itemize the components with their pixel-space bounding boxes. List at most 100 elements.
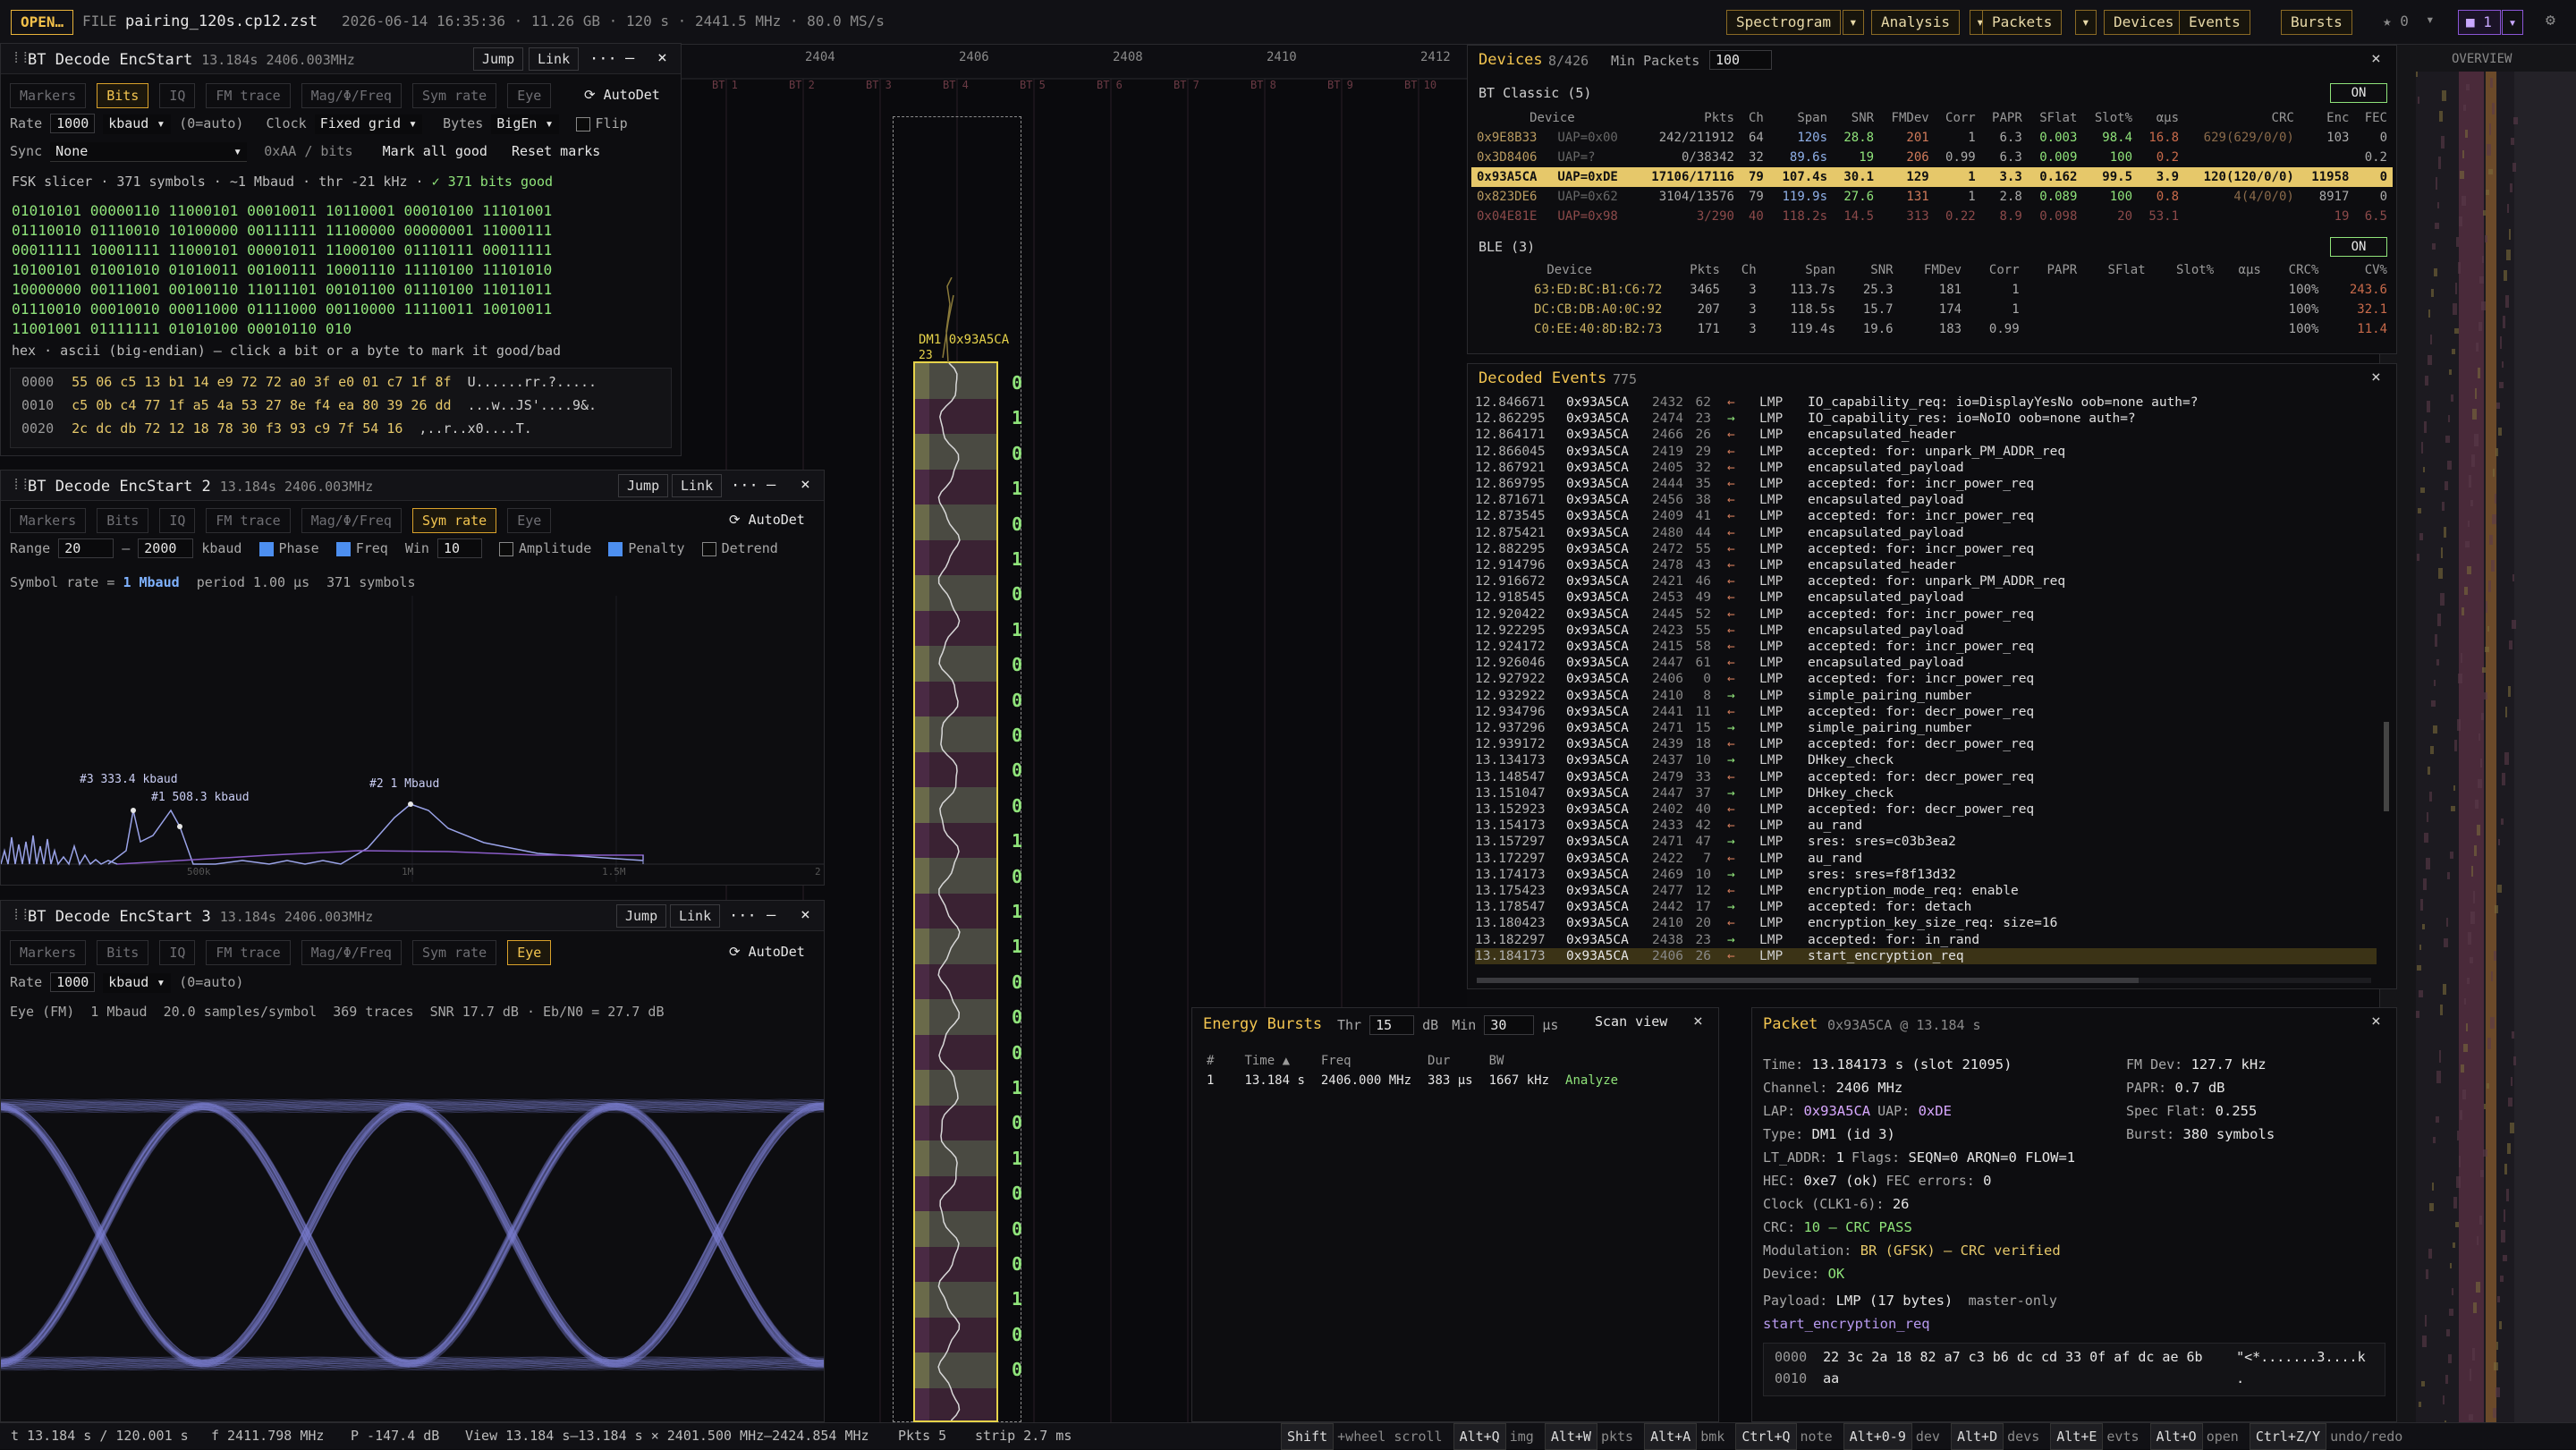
column-header[interactable]: SFlat bbox=[2082, 260, 2150, 280]
table-row[interactable]: C0:EE:40:8D:B2:73 171 3 119.4s 19.6 183 0.99 10… bbox=[1471, 319, 2393, 339]
layers-button[interactable]: ■ 1 bbox=[2458, 10, 2501, 35]
event-row[interactable]: 13.152923 0x93A5CA 2402 40 ← LMP accepted: for… bbox=[1475, 801, 2377, 818]
column-header[interactable]: Device bbox=[1471, 260, 1667, 280]
table-row[interactable]: DC:CB:DB:A0:0C:92 207 3 118.5s 15.7 174 1 100% 3… bbox=[1471, 300, 2393, 319]
panel-header[interactable]: ⁞⁞ BT Decode EncStart 3 13.184s 2406.003M… bbox=[1, 901, 824, 931]
column-header[interactable]: Enc bbox=[2300, 108, 2355, 128]
hex-bytes[interactable]: aa bbox=[1823, 1370, 2236, 1386]
event-row[interactable]: 12.869795 0x93A5CA 2444 35 ← LMP accepted: for… bbox=[1475, 476, 2377, 492]
column-header[interactable]: SNR bbox=[1841, 260, 1899, 280]
tab-mag-freq[interactable]: Mag/Φ/Freq bbox=[301, 83, 402, 108]
column-header[interactable]: Slot% bbox=[2151, 260, 2219, 280]
event-row[interactable]: 13.175423 0x93A5CA 2477 12 ← LMP encryption_mo… bbox=[1475, 883, 2377, 899]
column-header[interactable]: FEC bbox=[2354, 108, 2393, 128]
min-packets-input[interactable]: 100 bbox=[1709, 50, 1772, 70]
classic-toggle[interactable]: ON bbox=[2330, 83, 2387, 103]
column-header[interactable]: Ch bbox=[1725, 260, 1762, 280]
tab-bits[interactable]: Bits bbox=[97, 940, 149, 965]
tab-eye[interactable]: Eye bbox=[507, 940, 552, 965]
column-header[interactable]: Dur bbox=[1422, 1051, 1484, 1071]
event-row[interactable]: 12.932922 0x93A5CA 2410 8 → LMP simple_pairing… bbox=[1475, 688, 2377, 704]
event-row[interactable]: 13.180423 0x93A5CA 2410 20 ← LMP encryption_ke… bbox=[1475, 915, 2377, 931]
event-row[interactable]: 13.151047 0x93A5CA 2447 37 → LMP DHkey_check bbox=[1475, 785, 2377, 801]
tab-sym-rate[interactable]: Sym rate bbox=[411, 83, 497, 108]
column-header[interactable]: αµs bbox=[2219, 260, 2267, 280]
event-row[interactable]: 12.864171 0x93A5CA 2466 26 ← LMP encapsulated_… bbox=[1475, 427, 2377, 443]
hex-bytes[interactable]: 2c dc db 72 12 18 78 30 f3 93 c9 7f 54 1… bbox=[72, 420, 402, 437]
column-header[interactable]: CRC bbox=[2184, 108, 2300, 128]
bit-stream[interactable]: 01010101 00000110 11000101 00010011 1011… bbox=[12, 201, 552, 339]
column-header[interactable]: Device bbox=[1471, 108, 1633, 128]
more-icon[interactable]: ··· bbox=[589, 50, 617, 68]
clock-select[interactable]: Fixed grid ▾ bbox=[314, 114, 423, 134]
range-max-input[interactable]: 2000 bbox=[138, 538, 194, 558]
link-button[interactable]: Link bbox=[670, 904, 721, 928]
hex-dump[interactable]: 0000 55 06 c5 13 b1 14 e9 72 72 a0 3f e0 … bbox=[10, 368, 672, 448]
scan-view-button[interactable]: Scan view bbox=[1595, 1013, 1667, 1030]
payload-hex-dump[interactable]: 0000 22 3c 2a 18 82 a7 c3 b6 dc cd 33 0f … bbox=[1763, 1343, 2385, 1396]
tab-markers[interactable]: Markers bbox=[10, 940, 87, 965]
column-header[interactable]: FMDev bbox=[1879, 108, 1935, 128]
event-row[interactable]: 13.182297 0x93A5CA 2438 23 → LMP accepted: for… bbox=[1475, 932, 2377, 948]
bit-row[interactable]: 00011111 10001111 11000101 00001011 1100… bbox=[12, 241, 552, 260]
column-header[interactable]: Ch bbox=[1740, 108, 1769, 128]
overview-panel[interactable]: OVERVIEW bbox=[2379, 45, 2576, 1422]
events-scrollbar[interactable] bbox=[2384, 722, 2389, 811]
column-header[interactable]: # bbox=[1201, 1051, 1239, 1071]
event-row[interactable]: 12.927922 0x93A5CA 2406 0 ← LMP accepted: for:… bbox=[1475, 671, 2377, 687]
events-list[interactable]: 12.846671 0x93A5CA 2432 62 ← LMP IO_capability… bbox=[1468, 394, 2380, 976]
close-icon[interactable]: × bbox=[2371, 1012, 2381, 1030]
menu-spectrogram[interactable]: Spectrogram bbox=[1726, 10, 1841, 35]
events-hscrollbar[interactable] bbox=[1477, 978, 2371, 983]
column-header[interactable]: FMDev bbox=[1899, 260, 1967, 280]
autodetect-button[interactable]: ⟳ AutoDet bbox=[729, 512, 805, 528]
penalty-checkbox[interactable] bbox=[608, 541, 623, 556]
event-row[interactable]: 12.871671 0x93A5CA 2456 38 ← LMP encapsulated_… bbox=[1475, 492, 2377, 508]
tab-markers[interactable]: Markers bbox=[10, 508, 87, 533]
link-button[interactable]: Link bbox=[672, 474, 723, 497]
event-row[interactable]: 12.914796 0x93A5CA 2478 43 ← LMP encapsulated_… bbox=[1475, 557, 2377, 573]
hex-bytes[interactable]: 55 06 c5 13 b1 14 e9 72 72 a0 3f e0 01 c… bbox=[72, 374, 451, 390]
hex-row[interactable]: 0000 55 06 c5 13 b1 14 e9 72 72 a0 3f e0 … bbox=[21, 374, 597, 390]
packet-strip[interactable] bbox=[913, 361, 998, 1422]
bit-row[interactable]: 11001001 01111111 01010100 00010110 010 bbox=[12, 319, 552, 339]
jump-button[interactable]: Jump bbox=[473, 47, 524, 71]
event-row[interactable]: 13.154173 0x93A5CA 2433 42 ← LMP au_rand bbox=[1475, 818, 2377, 834]
tab-iq[interactable]: IQ bbox=[159, 83, 196, 108]
more-icon[interactable]: ··· bbox=[731, 477, 758, 495]
jump-button[interactable]: Jump bbox=[616, 904, 667, 928]
menu-packets[interactable]: Packets bbox=[1982, 10, 2063, 35]
close-icon[interactable]: × bbox=[2371, 368, 2381, 386]
menu-events[interactable]: Events bbox=[2179, 10, 2250, 35]
event-row[interactable]: 13.174173 0x93A5CA 2469 10 → LMP sres: sres=f8… bbox=[1475, 867, 2377, 883]
event-row[interactable]: 13.178547 0x93A5CA 2442 17 → LMP accepted: for… bbox=[1475, 899, 2377, 915]
flip-checkbox[interactable] bbox=[575, 116, 590, 131]
table-row[interactable]: 0x9E8B33 UAP=0x00 242/211912 64 120s 28.8 201 1… bbox=[1471, 128, 2393, 148]
threshold-input[interactable]: 15 bbox=[1369, 1015, 1415, 1035]
event-row[interactable]: 12.926046 0x93A5CA 2447 61 ← LMP encapsulated_… bbox=[1475, 655, 2377, 671]
column-header[interactable]: PAPR bbox=[2025, 260, 2083, 280]
event-row[interactable]: 12.916672 0x93A5CA 2421 46 ← LMP accepted: for… bbox=[1475, 573, 2377, 589]
column-header[interactable]: Span bbox=[1762, 260, 1841, 280]
amplitude-checkbox[interactable] bbox=[499, 541, 513, 556]
tab-mag-freq[interactable]: Mag/Φ/Freq bbox=[301, 940, 402, 965]
min-duration-input[interactable]: 30 bbox=[1484, 1015, 1535, 1035]
event-row[interactable]: 12.918545 0x93A5CA 2453 49 ← LMP encapsulated_… bbox=[1475, 589, 2377, 606]
unit-select[interactable]: kbaud ▾ bbox=[103, 973, 172, 993]
column-header[interactable]: Slot% bbox=[2082, 108, 2138, 128]
tab-eye[interactable]: Eye bbox=[507, 83, 552, 108]
tab-sym-rate[interactable]: Sym rate bbox=[411, 508, 497, 533]
menu-bursts[interactable]: Bursts bbox=[2281, 10, 2352, 35]
column-header[interactable]: Corr bbox=[1935, 108, 1981, 128]
minimize-icon[interactable]: — bbox=[767, 906, 775, 924]
ble-toggle[interactable]: ON bbox=[2330, 237, 2387, 257]
reset-marks-button[interactable]: Reset marks bbox=[512, 143, 600, 159]
tab-fm-trace[interactable]: FM trace bbox=[206, 83, 291, 108]
more-icon[interactable]: ··· bbox=[729, 907, 757, 925]
column-header[interactable]: SNR bbox=[1833, 108, 1879, 128]
event-row[interactable]: 12.846671 0x93A5CA 2432 62 ← LMP IO_capability… bbox=[1475, 394, 2377, 411]
tab-eye[interactable]: Eye bbox=[507, 508, 552, 533]
eye-diagram-chart[interactable] bbox=[1, 1035, 824, 1420]
bookmark-count[interactable]: ★ 0 bbox=[2383, 13, 2409, 30]
gear-icon[interactable]: ⚙ bbox=[2546, 11, 2555, 30]
